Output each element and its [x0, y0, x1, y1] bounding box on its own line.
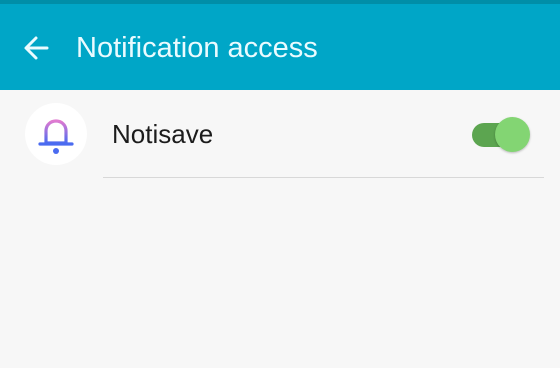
divider [103, 177, 544, 178]
back-button[interactable] [16, 28, 56, 68]
app-list: Notisave [0, 90, 560, 368]
app-bar: Notification access [0, 4, 560, 90]
arrow-left-icon [24, 36, 49, 60]
page-title: Notification access [76, 32, 318, 64]
app-name: Notisave [112, 119, 214, 149]
toggle-thumb [495, 117, 530, 152]
notisave-app-icon [25, 103, 87, 165]
list-item-notisave[interactable]: Notisave [0, 90, 560, 180]
notisave-access-toggle[interactable] [472, 117, 532, 153]
bell-icon [38, 113, 74, 154]
